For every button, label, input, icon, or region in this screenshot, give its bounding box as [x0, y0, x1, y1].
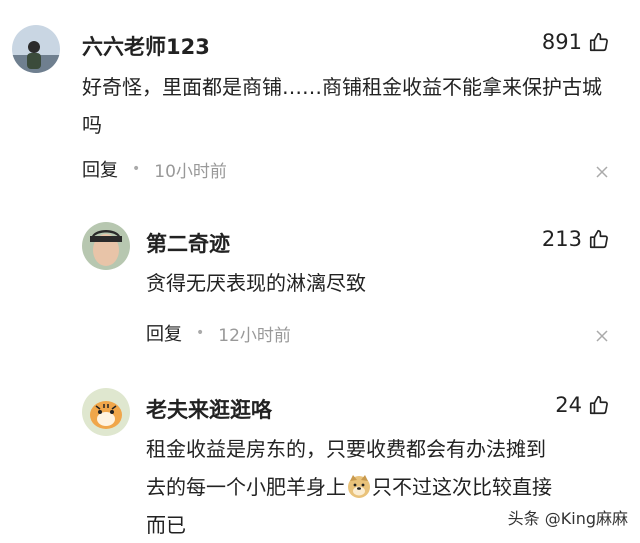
comment-text: 贪得无厌表现的淋漓尽致: [146, 271, 366, 295]
watermark: 头条 @King麻麻: [507, 509, 628, 528]
close-icon[interactable]: [595, 328, 609, 342]
username[interactable]: 六六老师123: [82, 31, 210, 61]
like-button[interactable]: 891: [542, 30, 610, 54]
like-button[interactable]: 213: [542, 227, 610, 251]
thumbs-up-icon: [589, 32, 608, 52]
reply-button[interactable]: 回复: [146, 320, 182, 346]
timestamp: 12小时前: [218, 325, 291, 346]
comment-text: 好奇怪，里面都是商铺……商铺租金收益不能拿来保护古城吗: [82, 75, 602, 137]
like-count: 213: [541, 227, 582, 251]
username[interactable]: 第二奇迹: [146, 228, 230, 258]
close-icon[interactable]: [595, 164, 609, 178]
timestamp: 10小时前: [154, 161, 227, 182]
comment-meta: 回复 • 12小时前: [146, 320, 291, 346]
doge-emoji-icon: [348, 475, 370, 498]
comment-text-segment: 去的每一个小肥羊身上: [146, 475, 346, 499]
avatar[interactable]: [82, 222, 130, 270]
reply-button[interactable]: 回复: [82, 156, 118, 182]
comment-text-line: 租金收益是房东的，只要收费都会有办法摊到: [146, 437, 546, 461]
comment-text-segment: 只不过这次比较直接: [372, 475, 552, 499]
avatar[interactable]: [82, 388, 130, 436]
separator-dot: •: [196, 325, 205, 341]
like-button[interactable]: 24: [555, 393, 610, 417]
thumbs-up-icon: [589, 395, 608, 415]
separator-dot: •: [132, 161, 141, 177]
like-count: 24: [555, 393, 582, 417]
avatar[interactable]: [12, 25, 60, 73]
username[interactable]: 老夫来逛逛咯: [146, 394, 272, 424]
like-count: 891: [541, 30, 582, 54]
comment-text-line: 去的每一个小肥羊身上 只不过这次比较直接: [146, 468, 616, 506]
thumbs-up-icon: [589, 229, 608, 249]
comment-meta: 回复 • 10小时前: [82, 156, 227, 182]
